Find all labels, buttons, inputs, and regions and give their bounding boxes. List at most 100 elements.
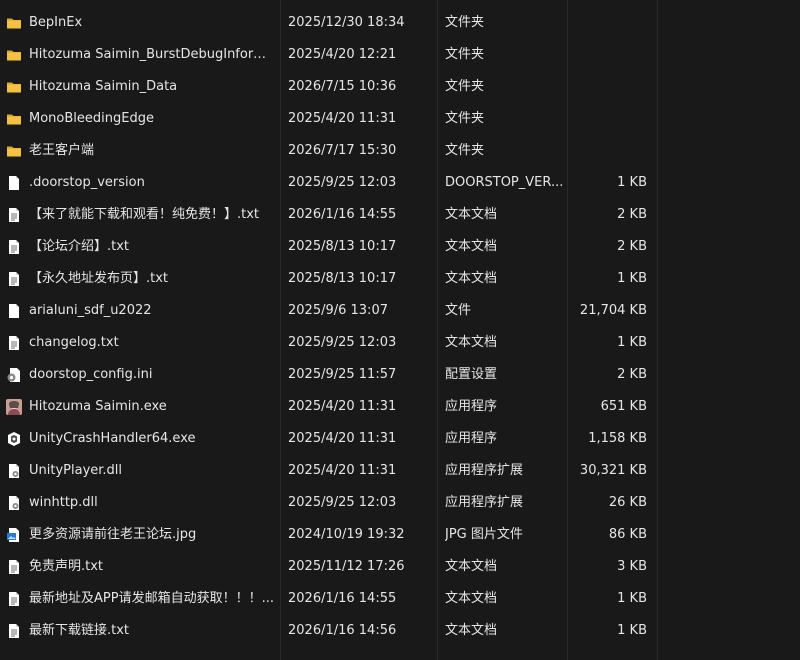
file-date-modified: 2025/4/20 11:31 (288, 399, 397, 414)
file-size: 30,321 KB (579, 463, 647, 478)
file-icon-cell (6, 583, 24, 615)
file-size: 3 KB (617, 559, 647, 574)
text-file-icon (6, 271, 22, 287)
file-name: MonoBleedingEdge (29, 111, 154, 126)
file-name: BepInEx (29, 15, 83, 30)
file-date-modified: 2026/7/15 10:36 (288, 79, 397, 94)
text-file-icon (6, 559, 22, 575)
file-name: arialuni_sdf_u2022 (29, 303, 152, 318)
file-size: 2 KB (617, 207, 647, 222)
file-name: 更多资源请前往老王论坛.jpg (29, 527, 197, 542)
file-size (560, 7, 647, 39)
file-row[interactable]: UnityPlayer.dll 2025/4/20 11:31 应用程序扩展 30,3… (0, 455, 800, 487)
app-icon (6, 399, 22, 415)
file-row[interactable]: doorstop_config.ini 2025/9/25 11:57 配置设置 2 … (0, 359, 800, 391)
file-type: 应用程序扩展 (445, 495, 524, 510)
folder-icon (6, 111, 22, 127)
text-file-icon (6, 591, 22, 607)
file-row[interactable]: 老王客户端 2026/7/17 15:30 文件夹 (0, 135, 800, 167)
file-type: 配置设置 (445, 367, 498, 382)
file-row[interactable]: 最新下载链接.txt 2026/1/16 14:56 文本文档 1 KB (0, 615, 800, 647)
file-icon-cell (6, 135, 24, 167)
dll-file-icon (6, 495, 22, 511)
file-row[interactable]: Hitozuma Saimin.exe 2025/4/20 11:31 应用程序 65… (0, 391, 800, 423)
file-size: 1 KB (617, 175, 647, 190)
file-row[interactable]: winhttp.dll 2025/9/25 12:03 应用程序扩展 26 KB (0, 487, 800, 519)
file-icon-cell (6, 231, 24, 263)
file-type: 文本文档 (445, 271, 498, 286)
file-icon-cell (6, 103, 24, 135)
file-size: 26 KB (608, 495, 647, 510)
file-row[interactable]: .doorstop_version 2025/9/25 12:03 DOORSTOP… (0, 167, 800, 199)
file-icon-cell (6, 615, 24, 647)
file-icon-cell (6, 199, 24, 231)
file-size (560, 103, 647, 135)
file-size: 1 KB (617, 623, 647, 638)
file-icon-cell (6, 391, 24, 423)
file-date-modified: 2025/9/6 13:07 (288, 303, 388, 318)
file-row[interactable]: Hitozuma Saimin_Data 2026/7/15 10:36 文件夹 (0, 71, 800, 103)
file-row[interactable]: Hitozuma Saimin_BurstDebugInform... 2025/… (0, 39, 800, 71)
file-icon-cell (6, 7, 24, 39)
file-name: UnityCrashHandler64.exe (29, 431, 196, 446)
file-name: UnityPlayer.dll (29, 463, 123, 478)
file-date-modified: 2025/9/25 12:03 (288, 335, 397, 350)
file-size: 2 KB (617, 239, 647, 254)
file-name: .doorstop_version (29, 175, 145, 190)
file-type: JPG 图片文件 (445, 527, 523, 542)
file-name: Hitozuma Saimin_Data (29, 79, 178, 94)
file-type: 文本文档 (445, 239, 498, 254)
file-date-modified: 2026/1/16 14:56 (288, 623, 397, 638)
file-row[interactable]: 【永久地址发布页】.txt 2025/8/13 10:17 文本文档 1 KB (0, 263, 800, 295)
file-type: 文本文档 (445, 623, 498, 638)
folder-icon (6, 47, 22, 63)
file-row[interactable]: arialuni_sdf_u2022 2025/9/6 13:07 文件 21,704… (0, 295, 800, 327)
file-size (560, 71, 647, 103)
file-date-modified: 2025/8/13 10:17 (288, 271, 397, 286)
text-file-icon (6, 239, 22, 255)
folder-icon (6, 143, 22, 159)
file-row[interactable]: UnityCrashHandler64.exe 2025/4/20 11:31 应用… (0, 423, 800, 455)
file-icon-cell (6, 519, 24, 551)
file-size: 2 KB (617, 367, 647, 382)
file-type: 文本文档 (445, 335, 498, 350)
file-icon-cell (6, 71, 24, 103)
file-size: 86 KB (608, 527, 647, 542)
file-row[interactable]: 更多资源请前往老王论坛.jpg 2024/10/19 19:32 JPG 图片文件 8… (0, 519, 800, 551)
file-size (560, 39, 647, 71)
file-icon-cell (6, 295, 24, 327)
file-date-modified: 2025/12/30 18:34 (288, 15, 405, 30)
file-date-modified: 2025/11/12 17:26 (288, 559, 405, 574)
file-type: 文件夹 (445, 143, 485, 158)
file-date-modified: 2025/4/20 11:31 (288, 431, 397, 446)
file-row[interactable]: 【来了就能下载和观看！纯免费！】.txt 2026/1/16 14:55 文本文档 2… (0, 199, 800, 231)
file-name: 最新下载链接.txt (29, 623, 130, 638)
file-row[interactable]: MonoBleedingEdge 2025/4/20 11:31 文件夹 (0, 103, 800, 135)
file-name: Hitozuma Saimin.exe (29, 399, 167, 414)
text-file-icon (6, 335, 22, 351)
file-icon-cell (6, 167, 24, 199)
file-row[interactable]: BepInEx 2025/12/30 18:34 文件夹 (0, 7, 800, 39)
file-type: 文本文档 (445, 207, 498, 222)
file-icon-cell (6, 423, 24, 455)
file-row[interactable]: 免责声明.txt 2025/11/12 17:26 文本文档 3 KB (0, 551, 800, 583)
file-date-modified: 2026/1/16 14:55 (288, 591, 397, 606)
crash-handler-icon (6, 431, 22, 447)
dll-file-icon (6, 463, 22, 479)
file-icon (6, 303, 22, 319)
file-type: 应用程序 (445, 399, 498, 414)
file-icon (6, 175, 22, 191)
file-date-modified: 2025/9/25 12:03 (288, 495, 397, 510)
file-type: 文件夹 (445, 15, 485, 30)
file-name: 最新地址及APP请发邮箱自动获取！！！... (29, 591, 274, 606)
file-icon-cell (6, 487, 24, 519)
file-row[interactable]: 【论坛介绍】.txt 2025/8/13 10:17 文本文档 2 KB (0, 231, 800, 263)
file-row[interactable]: changelog.txt 2025/9/25 12:03 文本文档 1 KB (0, 327, 800, 359)
file-name: Hitozuma Saimin_BurstDebugInform... (29, 47, 275, 62)
file-size: 1 KB (617, 271, 647, 286)
file-size: 1 KB (617, 591, 647, 606)
file-name: 免责声明.txt (29, 559, 104, 574)
config-file-icon (6, 367, 22, 383)
file-size: 21,704 KB (579, 303, 647, 318)
file-row[interactable]: 最新地址及APP请发邮箱自动获取！！！... 2026/1/16 14:55 文本文… (0, 583, 800, 615)
